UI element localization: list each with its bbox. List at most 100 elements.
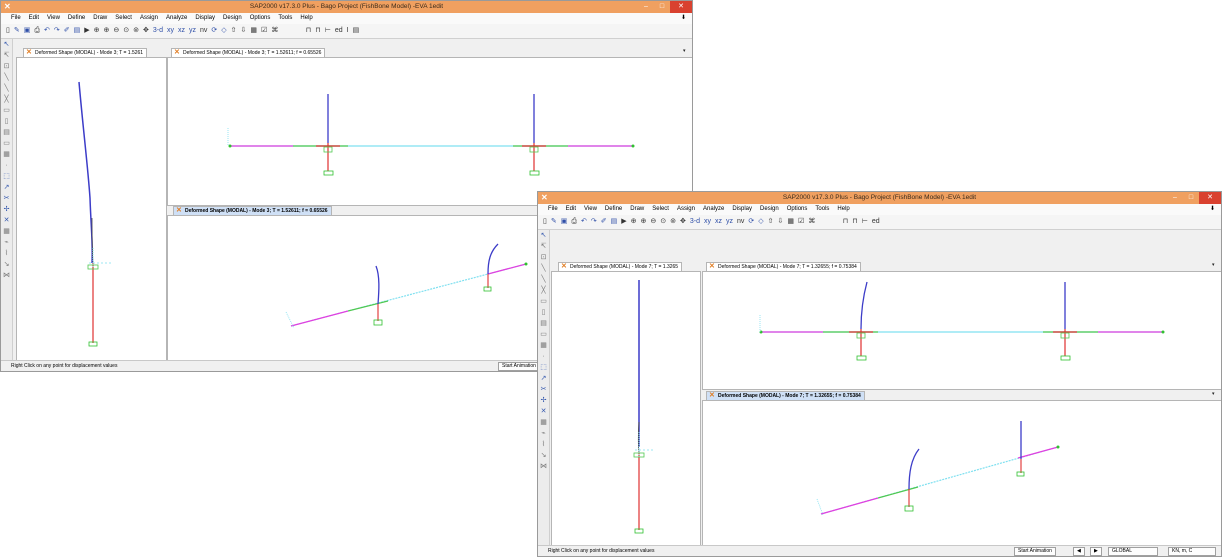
top-view-pane[interactable] <box>167 57 692 206</box>
step-back-icon[interactable]: ◀ <box>1073 547 1085 556</box>
snap-icon[interactable]: ✕ <box>4 217 10 225</box>
lock-icon[interactable]: ▤ <box>610 217 619 227</box>
menu-file[interactable]: File <box>11 13 21 24</box>
save-icon[interactable]: ▣ <box>560 217 569 227</box>
zoom-previous-icon[interactable]: ⊚ <box>132 26 140 36</box>
set-display-icon[interactable]: ☑ <box>260 26 268 36</box>
menu-display[interactable]: Display <box>195 13 215 24</box>
print-icon[interactable]: ⎙ <box>33 26 41 36</box>
close-icon[interactable]: ✕ <box>1199 192 1221 204</box>
menu-draw[interactable]: Draw <box>93 13 107 24</box>
draw-brace-icon[interactable]: ⊢ <box>324 26 332 36</box>
draw-brace2-icon[interactable]: ╳ <box>541 287 545 295</box>
save-icon[interactable]: ▣ <box>23 26 32 36</box>
deformed-shape-icon[interactable]: ⌘ <box>270 26 279 36</box>
section-cut-icon[interactable]: I <box>346 26 350 36</box>
snap-lines-icon[interactable]: ↘ <box>541 452 547 460</box>
view-nv-button[interactable]: nv <box>736 217 745 227</box>
zoom-window-icon[interactable]: ⊕ <box>630 217 638 227</box>
draw-poly-icon[interactable]: ▯ <box>5 118 9 126</box>
title-bar[interactable]: ✕ SAP2000 v17.3.0 Plus - Bago Project (F… <box>538 192 1221 204</box>
undo-icon[interactable]: ↶ <box>43 26 51 36</box>
menu-options[interactable]: Options <box>787 204 808 215</box>
draw-brace-icon[interactable]: ⊢ <box>861 217 869 227</box>
draw-link-icon[interactable]: ▭ <box>3 140 10 148</box>
pane-menu-dropdown[interactable]: ▾ <box>1212 262 1215 268</box>
snap-perp-icon[interactable]: ⋈ <box>3 272 10 280</box>
zoom-in-icon[interactable]: ⊕ <box>102 26 110 36</box>
snap-ends-icon[interactable]: ⌁ <box>4 239 8 247</box>
zoom-previous-icon[interactable]: ⊚ <box>669 217 677 227</box>
lock-icon[interactable]: ▤ <box>73 26 82 36</box>
minimize-icon[interactable]: – <box>1167 192 1183 204</box>
grid-icon[interactable]: ▦ <box>540 419 547 427</box>
view-nv-button[interactable]: nv <box>199 26 208 36</box>
open-icon[interactable]: ✎ <box>13 26 21 36</box>
title-bar[interactable]: ✕ SAP2000 v17.3.0 Plus - Bago Project (F… <box>1 1 692 13</box>
snap-perp-icon[interactable]: ⋈ <box>540 463 547 471</box>
draw-solid-icon[interactable]: ▤ <box>3 129 10 137</box>
clear-selection-icon[interactable]: ✂ <box>541 386 547 394</box>
minimize-icon[interactable]: – <box>638 1 654 13</box>
menu-display[interactable]: Display <box>732 204 752 215</box>
draw-rect-icon[interactable]: ▦ <box>3 151 10 159</box>
download-icon[interactable]: ⬇ <box>1210 204 1215 215</box>
menu-view[interactable]: View <box>584 204 597 215</box>
draw-joint-icon[interactable]: ⊡ <box>4 63 10 71</box>
draw-area-icon[interactable]: ▭ <box>540 298 547 306</box>
menu-define[interactable]: Define <box>68 13 85 24</box>
tab-left-deformed[interactable]: ✕ Deformed Shape (MODAL) - Mode 3; T = 1… <box>23 48 148 57</box>
redo-icon[interactable]: ↷ <box>53 26 61 36</box>
undo-icon[interactable]: ↶ <box>580 217 588 227</box>
get-previous-icon[interactable]: ↗ <box>4 184 10 192</box>
pencil-icon[interactable]: ✐ <box>63 26 71 36</box>
zoom-out-icon[interactable]: ⊖ <box>112 26 120 36</box>
menu-assign[interactable]: Assign <box>140 13 158 24</box>
menu-define[interactable]: Define <box>605 204 622 215</box>
select-all-icon[interactable]: ⬚ <box>540 364 547 372</box>
zoom-window-icon[interactable]: ⊕ <box>93 26 101 36</box>
menu-design[interactable]: Design <box>760 204 779 215</box>
zoom-fit-icon[interactable]: ⊙ <box>659 217 667 227</box>
frame-forces-icon[interactable]: ⊓ <box>305 26 312 36</box>
draw-joint-icon[interactable]: ⊡ <box>541 254 547 262</box>
open-icon[interactable]: ✎ <box>550 217 558 227</box>
zoom-in-icon[interactable]: ⊕ <box>639 217 647 227</box>
draw-link-icon[interactable]: ▭ <box>540 331 547 339</box>
menu-file[interactable]: File <box>548 204 558 215</box>
tab-bottom-deformed[interactable]: ✕ Deformed Shape (MODAL) - Mode 3; T = 1… <box>173 206 332 215</box>
draw-solid-icon[interactable]: ▤ <box>540 320 547 328</box>
menu-analyze[interactable]: Analyze <box>703 204 724 215</box>
snap-ends-icon[interactable]: ⌁ <box>541 430 545 438</box>
maximize-icon[interactable]: □ <box>1183 192 1199 204</box>
snap-mid-icon[interactable]: ⌇ <box>5 250 8 258</box>
left-view-pane[interactable] <box>551 271 701 546</box>
pan-icon[interactable]: ✥ <box>679 217 687 227</box>
view-yz-button[interactable]: yz <box>725 217 734 227</box>
view-3d-button[interactable]: 3-d <box>689 217 701 227</box>
download-icon[interactable]: ⬇ <box>681 13 686 24</box>
draw-area-icon[interactable]: ▭ <box>3 107 10 115</box>
draw-rect-icon[interactable]: ▦ <box>540 342 547 350</box>
run-analysis-icon[interactable]: ▶ <box>620 217 627 227</box>
pan-icon[interactable]: ✥ <box>142 26 150 36</box>
grid-icon[interactable]: ▦ <box>3 228 10 236</box>
left-view-pane[interactable] <box>16 57 167 362</box>
pane-menu-dropdown[interactable]: ▾ <box>1212 391 1215 397</box>
close-icon[interactable]: ✕ <box>670 1 692 13</box>
menu-assign[interactable]: Assign <box>677 204 695 215</box>
view-ed-button[interactable]: ed <box>334 26 344 36</box>
view-xz-button[interactable]: xz <box>714 217 723 227</box>
clear-selection-icon[interactable]: ✂ <box>4 195 10 203</box>
menu-edit[interactable]: Edit <box>29 13 39 24</box>
units-select[interactable]: KN, m, C <box>1168 547 1216 556</box>
print-icon[interactable]: ⎙ <box>570 217 578 227</box>
draw-frame-icon[interactable]: ⊓ <box>851 217 858 227</box>
menu-draw[interactable]: Draw <box>630 204 644 215</box>
view-xy-button[interactable]: xy <box>166 26 175 36</box>
move-down-icon[interactable]: ⇩ <box>777 217 785 227</box>
tab-top-deformed[interactable]: ✕ Deformed Shape (MODAL) - Mode 7; T = 1… <box>706 262 861 271</box>
redo-icon[interactable]: ↷ <box>590 217 598 227</box>
pencil-icon[interactable]: ✐ <box>600 217 608 227</box>
snap-lines-icon[interactable]: ↘ <box>4 261 10 269</box>
